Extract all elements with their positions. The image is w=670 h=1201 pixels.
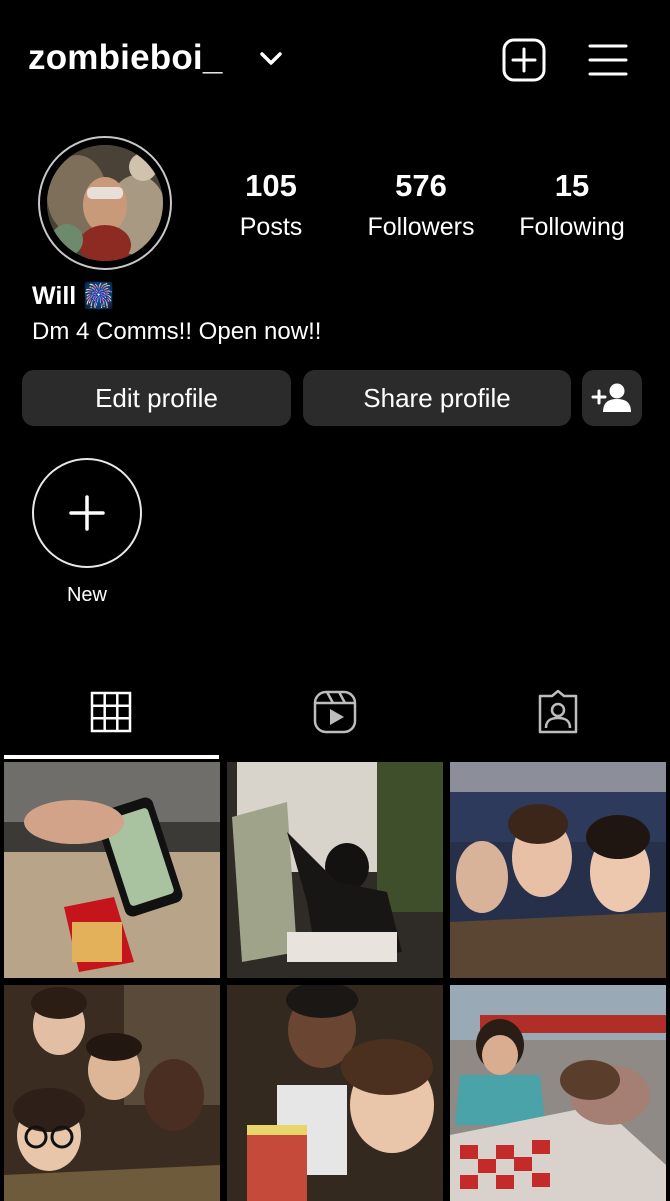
posts-count-value: 105 (245, 168, 297, 203)
active-tab-indicator (4, 755, 219, 759)
add-person-icon (591, 383, 631, 412)
following-count[interactable]: 15 Following (497, 168, 647, 244)
post-photo-group-friends (4, 985, 220, 1201)
discover-people-button[interactable] (582, 370, 642, 426)
create-post-icon[interactable] (502, 38, 546, 82)
followers-count-label: Followers (367, 213, 475, 241)
tagged-icon[interactable] (536, 690, 580, 734)
post-photo-painting-silhouette (227, 762, 443, 978)
new-highlight-button[interactable] (32, 458, 142, 568)
top-bar: zombieboi_ (0, 0, 670, 120)
post-thumbnail[interactable] (450, 985, 666, 1201)
post-thumbnail[interactable] (227, 985, 443, 1201)
posts-count-label: Posts (239, 213, 303, 241)
avatar[interactable] (47, 145, 163, 261)
new-highlight-label: New (66, 584, 107, 606)
edit-profile-button[interactable]: Edit profile (22, 370, 291, 426)
post-thumbnail[interactable] (450, 762, 666, 978)
following-count-value: 15 (554, 168, 590, 203)
share-profile-button[interactable]: Share profile (303, 370, 571, 426)
post-thumbnail[interactable] (4, 762, 220, 978)
post-photo-phone-and-fries (4, 762, 220, 978)
post-photo-selfie-two (227, 985, 443, 1201)
avatar-photo (47, 145, 163, 261)
following-count-label: Following (519, 213, 625, 241)
username[interactable]: zombieboi_ (28, 38, 223, 78)
bio: Dm 4 Comms!! Open now!! (32, 318, 322, 345)
display-name: Will 🎆 (32, 282, 115, 310)
grid-icon[interactable] (89, 690, 133, 734)
post-photo-group-selfie-crowd (450, 762, 666, 978)
menu-icon[interactable] (588, 42, 628, 78)
reels-icon[interactable] (313, 690, 357, 734)
posts-count[interactable]: 105 Posts (196, 168, 346, 244)
plus-icon (69, 495, 105, 531)
followers-count[interactable]: 576 Followers (346, 168, 496, 244)
chevron-down-icon[interactable] (258, 48, 284, 70)
post-thumbnail[interactable] (4, 985, 220, 1201)
post-thumbnail[interactable] (227, 762, 443, 978)
post-photo-diner-table (450, 985, 666, 1201)
followers-count-value: 576 (395, 168, 447, 203)
